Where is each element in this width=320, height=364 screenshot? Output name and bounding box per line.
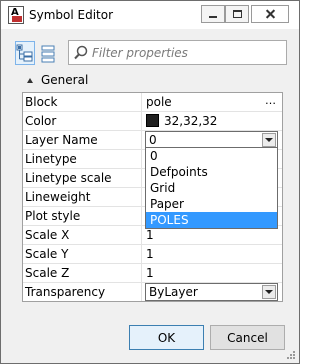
combo-value: ByLayer [149,285,198,299]
minimize-icon [209,16,217,18]
maximize-icon [232,10,242,18]
alphabetical-view-button[interactable] [39,41,59,65]
property-name: Block [23,93,142,111]
search-icon [74,45,88,60]
app-icon: A [8,6,24,24]
filter-search-box[interactable] [68,40,287,65]
property-name: Layer Name [23,131,142,149]
property-row-transparency[interactable]: Transparency ByLayer [23,283,282,302]
color-value: 32,32,32 [164,114,218,128]
close-button[interactable] [251,5,289,23]
group-general-header[interactable]: General [27,72,88,88]
minimize-button[interactable] [201,5,225,23]
symbol-editor-window: A Symbol Editor Gener [0,0,300,364]
property-name: Color [23,112,142,130]
property-name: Plot style [23,207,142,225]
categorized-view-button[interactable] [15,41,35,65]
dropdown-option[interactable]: Paper [146,196,277,212]
property-name: Scale Y [23,245,142,263]
title-bar[interactable]: A Symbol Editor [1,1,299,29]
maximize-button[interactable] [225,5,249,23]
window-title: Symbol Editor [29,8,114,22]
property-value[interactable]: 1 [143,264,282,282]
dropdown-arrow-button[interactable] [262,285,276,299]
alphabetical-icon [41,45,55,63]
collapse-triangle-icon[interactable] [27,77,33,83]
property-name: Linetype [23,150,142,168]
combo-value: 0 [149,133,157,147]
property-row-color[interactable]: Color 32,32,32 [23,112,282,131]
dropdown-arrow-button[interactable] [262,133,276,147]
browse-button[interactable]: … [265,94,276,107]
ok-button[interactable]: OK [129,325,204,350]
property-value[interactable]: pole … [143,93,282,111]
resize-grip-icon[interactable] [286,350,296,360]
layer-dropdown-list[interactable]: 0 Defpoints Grid Paper POLES [145,147,278,229]
property-name: Lineweight [23,188,142,206]
property-row-scale-y[interactable]: Scale Y 1 [23,245,282,264]
property-value[interactable]: 32,32,32 [143,112,282,130]
categorized-icon [16,44,33,62]
chevron-down-icon [265,138,273,142]
color-swatch [146,114,159,127]
dropdown-option[interactable]: Defpoints [146,164,277,180]
property-row-scale-z[interactable]: Scale Z 1 [23,264,282,283]
dropdown-option[interactable]: Grid [146,180,277,196]
chevron-down-icon [265,290,273,294]
dropdown-option-highlighted[interactable]: POLES [146,212,277,228]
property-name: Linetype scale [23,169,142,187]
property-name: Scale X [23,226,142,244]
property-row-block[interactable]: Block pole … [23,93,282,112]
cancel-button[interactable]: Cancel [210,325,285,350]
property-name: Scale Z [23,264,142,282]
property-value[interactable]: 1 [143,245,282,263]
filter-properties-input[interactable] [92,44,282,61]
dropdown-option[interactable]: 0 [146,148,277,164]
property-name: Transparency [23,283,142,301]
transparency-combobox[interactable]: ByLayer [145,283,278,301]
group-label: General [41,73,89,87]
block-value: pole [146,95,172,109]
